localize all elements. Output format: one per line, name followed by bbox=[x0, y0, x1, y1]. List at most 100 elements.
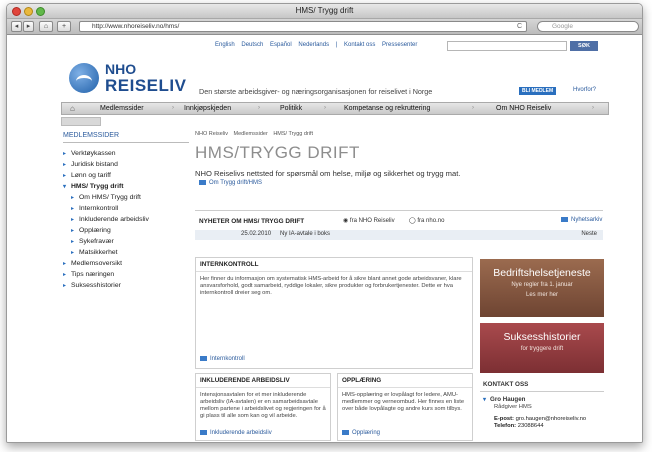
title-bar: HMS/ Trygg drift bbox=[7, 4, 642, 19]
subnav-placeholder bbox=[61, 117, 101, 126]
nav-om-nho-reiseliv[interactable]: Om NHO Reiseliv bbox=[496, 105, 551, 112]
link-arrow-icon bbox=[200, 430, 207, 435]
phone-label: Telefon: bbox=[494, 423, 517, 429]
sidebar-item[interactable]: Opplæring bbox=[63, 225, 189, 236]
lang-deutsch-link[interactable]: Deutsch bbox=[241, 42, 263, 48]
banner-title: Suksesshistorier bbox=[503, 331, 581, 343]
become-member-button[interactable]: BLI MEDLEM bbox=[519, 87, 557, 95]
breadcrumb-item[interactable]: Medlemssider bbox=[234, 131, 268, 137]
logo-nho-text: NHO bbox=[105, 61, 137, 77]
archive-label: Nyhetsarkiv bbox=[571, 217, 603, 224]
banner-subtitle: for tryggere drift bbox=[520, 346, 564, 352]
screen: HMS/ Trygg drift ◂ ▸ ⌂ + http://www.nhor… bbox=[0, 0, 652, 452]
news-next-button[interactable]: Neste bbox=[581, 231, 597, 237]
contact-email[interactable]: gro.haugen@nhoreiseliv.no bbox=[516, 416, 587, 422]
contact-heading: KONTAKT OSS bbox=[480, 378, 604, 392]
panel-body: HMS-opplæring er lovpålagt for ledere, A… bbox=[342, 392, 465, 412]
address-bar[interactable]: http://www.nhoreiseliv.no/hms/ C bbox=[79, 21, 527, 32]
lang-nederlands-link[interactable]: Nederlands bbox=[298, 42, 329, 48]
press-link[interactable]: Pressesenter bbox=[382, 42, 417, 48]
browser-window: HMS/ Trygg drift ◂ ▸ ⌂ + http://www.nhor… bbox=[6, 3, 643, 443]
link-arrow-icon bbox=[200, 356, 207, 361]
home-icon[interactable]: ⌂ bbox=[70, 104, 75, 113]
lang-espanol-link[interactable]: Español bbox=[270, 42, 292, 48]
news-item[interactable]: 25.02.2010 Ny IA-avtale i boks Neste bbox=[195, 230, 603, 240]
logo-reiseliv-text: REISELIV bbox=[105, 76, 187, 95]
site-tagline: Den største arbeidsgiver- og næringsorga… bbox=[199, 87, 433, 96]
sidebar-item[interactable]: Internkontroll bbox=[63, 203, 189, 214]
banner-suksesshistorier[interactable]: Suksesshistorier for tryggere drift bbox=[480, 323, 604, 373]
panel-link-opplaering[interactable]: Opplæring bbox=[342, 430, 380, 436]
sidebar-item[interactable]: HMS/ Trygg drift bbox=[63, 181, 189, 192]
panel-link-label: Internkontroll bbox=[210, 356, 245, 363]
news-source-radio-nho-reiseliv[interactable]: ◉ fra NHO Reiseliv bbox=[343, 217, 395, 224]
add-bookmark-button[interactable]: + bbox=[57, 21, 71, 32]
news-headline[interactable]: Ny IA-avtale i boks bbox=[280, 231, 330, 237]
sidebar-item[interactable]: Sykefravær bbox=[63, 236, 189, 247]
breadcrumb-item[interactable]: HMS/ Trygg drift bbox=[273, 131, 313, 137]
news-box: NYHETER OM HMS/ TRYGG DRIFT ◉ fra NHO Re… bbox=[195, 210, 603, 243]
sidebar-item[interactable]: Medlemsoversikt bbox=[63, 258, 189, 269]
panel-internkontroll: INTERNKONTROLL Her finner du informasjon… bbox=[195, 257, 473, 369]
contact-link[interactable]: Kontakt oss bbox=[344, 42, 375, 48]
nav-separator-icon: › bbox=[172, 105, 174, 111]
nav-innkjopskjeden[interactable]: Innkjøpskjeden bbox=[184, 105, 231, 112]
banner-bedriftshelsetjeneste[interactable]: Bedriftshelsetjeneste Nye regler fra 1. … bbox=[480, 259, 604, 317]
banner-title: Bedriftshelsetjeneste bbox=[493, 267, 591, 279]
sidebar-item[interactable]: Matsikkerhet bbox=[63, 247, 189, 258]
panel-heading: OPPLÆRING bbox=[338, 374, 472, 388]
panel-link-internkontroll[interactable]: Internkontroll bbox=[200, 356, 245, 362]
browser-search-input[interactable]: Google bbox=[537, 21, 639, 32]
nav-politikk[interactable]: Politikk bbox=[280, 105, 302, 112]
site-container: English Deutsch Español Nederlands | Kon… bbox=[49, 35, 613, 442]
forward-button[interactable]: ▸ bbox=[23, 21, 34, 32]
breadcrumb: NHO Reiseliv Medlemssider HMS/ Trygg dri… bbox=[195, 131, 317, 137]
sidebar-item[interactable]: Verktøykassen bbox=[63, 148, 189, 159]
panel-opplaering: OPPLÆRING HMS-opplæring er lovpålagt for… bbox=[337, 373, 473, 441]
sidebar-item[interactable]: Om HMS/ Trygg drift bbox=[63, 192, 189, 203]
banner-subtitle: Nye regler fra 1. januar bbox=[511, 282, 573, 288]
site-search-button[interactable]: SØK bbox=[570, 41, 598, 51]
sidebar-list: VerktøykassenJuridisk bistandLønn og tar… bbox=[63, 148, 189, 291]
page-title: HMS/TRYGG DRIFT bbox=[195, 143, 360, 162]
radio-label: fra NHO Reiseliv bbox=[349, 218, 395, 224]
panel-link-ia[interactable]: Inkluderende arbeidsliv bbox=[200, 430, 272, 436]
breadcrumb-item[interactable]: NHO Reiseliv bbox=[195, 131, 228, 137]
panel-ia: INKLUDERENDE ARBEIDSLIV Intensjonsavtale… bbox=[195, 373, 331, 441]
intro-link-label: Om Trygg drift/HMS bbox=[209, 180, 263, 187]
sidebar-item[interactable]: Suksesshistorier bbox=[63, 280, 189, 291]
site-search-input[interactable] bbox=[447, 41, 567, 51]
sidebar-item[interactable]: Lønn og tariff bbox=[63, 170, 189, 181]
browser-toolbar: ◂ ▸ ⌂ + http://www.nhoreiseliv.no/hms/ C… bbox=[7, 19, 642, 35]
panel-heading: INKLUDERENDE ARBEIDSLIV bbox=[196, 374, 330, 388]
url-text: http://www.nhoreiseliv.no/hms/ bbox=[92, 23, 180, 30]
news-source-radio-nho[interactable]: ◯ fra nho.no bbox=[409, 217, 444, 224]
contact-role: Rådgiver HMS bbox=[494, 404, 532, 410]
reload-icon[interactable]: C bbox=[517, 22, 522, 31]
lang-english-link[interactable]: English bbox=[215, 42, 235, 48]
nav-medlemssider[interactable]: Medlemssider bbox=[100, 105, 144, 112]
nav-separator-icon: › bbox=[472, 105, 474, 111]
sidebar-item[interactable]: Inkluderende arbeidsliv bbox=[63, 214, 189, 225]
intro-link[interactable]: Om Trygg drift/HMS bbox=[199, 180, 262, 186]
news-archive-link[interactable]: Nyhetsarkiv bbox=[561, 217, 602, 223]
contact-name[interactable]: Gro Haugen bbox=[480, 392, 604, 403]
link-arrow-icon bbox=[199, 180, 206, 185]
sidebar-item[interactable]: Tips næringen bbox=[63, 269, 189, 280]
back-button[interactable]: ◂ bbox=[11, 21, 22, 32]
sidebar-item[interactable]: Juridisk bistand bbox=[63, 159, 189, 170]
why-link[interactable]: Hvorfor? bbox=[573, 87, 596, 93]
panel-link-label: Opplæring bbox=[352, 430, 381, 437]
page-intro: NHO Reiselivs nettsted for spørsmål om h… bbox=[195, 169, 461, 178]
nav-kompetanse[interactable]: Kompetanse og rekruttering bbox=[344, 105, 430, 112]
news-heading: NYHETER OM HMS/ TRYGG DRIFT bbox=[199, 218, 305, 225]
contact-phone: 23088644 bbox=[517, 423, 544, 429]
contact-details: E-post: gro.haugen@nhoreiseliv.no Telefo… bbox=[480, 410, 604, 430]
site-logo[interactable]: NHO REISELIV bbox=[69, 59, 186, 97]
nav-separator-icon: › bbox=[592, 105, 594, 111]
home-button[interactable]: ⌂ bbox=[39, 21, 53, 32]
sidebar: MEDLEMSSIDER VerktøykassenJuridisk bista… bbox=[63, 132, 189, 291]
sidebar-title: MEDLEMSSIDER bbox=[63, 132, 189, 143]
language-links: English Deutsch Español Nederlands | Kon… bbox=[215, 42, 422, 48]
panel-link-label: Inkluderende arbeidsliv bbox=[210, 430, 272, 437]
